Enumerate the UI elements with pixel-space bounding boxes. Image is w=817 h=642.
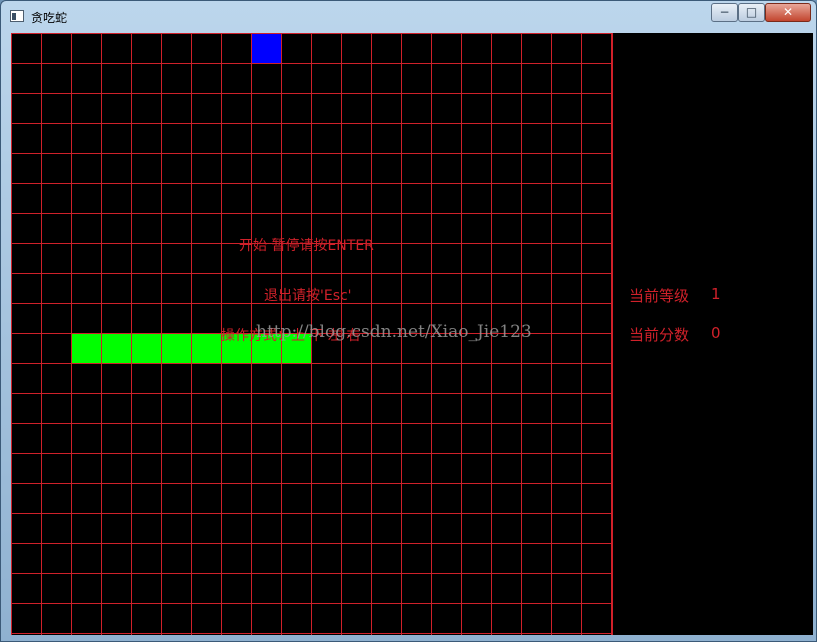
snake-segment [192,334,221,363]
start-pause-hint: 开始 暂停请按ENTER [239,238,374,254]
score-value: 0 [711,324,721,342]
close-button[interactable]: ✕ [765,3,811,22]
watermark-text: http://blog.csdn.net/Xiao_Jie123 [256,322,532,342]
quit-hint: 退出请按'Esc' [264,288,352,304]
snake-segment [72,334,101,363]
snake-segment [132,334,161,363]
level-value: 1 [711,285,721,303]
game-window: 贪吃蛇 − □ ✕ 开始 暂停请按ENTER 退出请按'Esc' 操作方式：上 … [0,0,817,642]
game-canvas[interactable]: 开始 暂停请按ENTER 退出请按'Esc' 操作方式：上 下 左 右 http… [11,33,813,635]
score-label: 当前分数 [629,326,690,344]
maximize-button[interactable]: □ [738,3,765,22]
level-label: 当前等级 [629,287,690,305]
snake-segment [102,334,131,363]
window-title: 贪吃蛇 [31,11,68,25]
app-icon [10,10,24,22]
snake-segment [162,334,191,363]
title-bar[interactable]: 贪吃蛇 − □ ✕ [1,1,816,31]
minimize-button[interactable]: − [711,3,738,22]
food-cell [252,34,281,63]
